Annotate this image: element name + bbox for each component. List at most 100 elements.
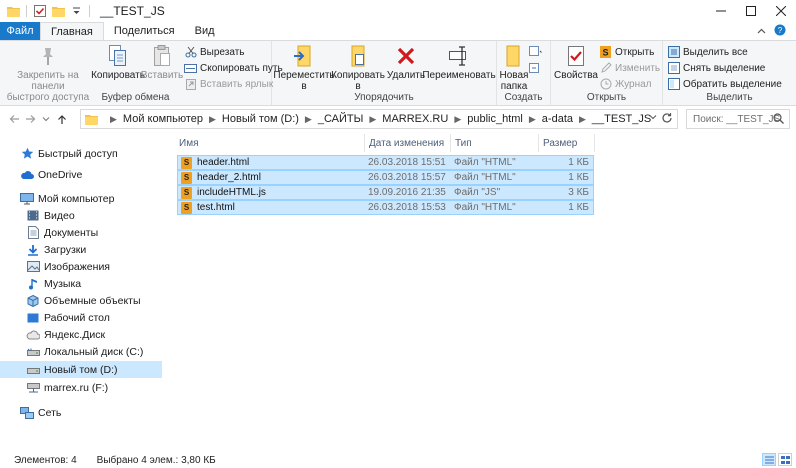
delete-x-icon [392, 44, 420, 68]
chevron-right-icon[interactable]: ▶ [579, 114, 586, 125]
file-size: 3 КБ [568, 187, 589, 198]
sidebar-item-drive-f[interactable]: marrex.ru (F:) [0, 379, 162, 396]
column-header-size[interactable]: Размер [539, 134, 595, 152]
chevron-right-icon[interactable]: ▶ [529, 114, 536, 125]
status-selection: Выбрано 4 элем.: 3,80 КБ [96, 454, 216, 466]
sidebar-item-music[interactable]: Музыка [0, 275, 162, 292]
details-view-icon[interactable] [762, 453, 776, 466]
open-button[interactable]: S Открыть [599, 45, 654, 59]
breadcrumb-public-html[interactable]: public_html [467, 113, 523, 125]
chevron-right-icon[interactable]: ▶ [110, 114, 117, 125]
paste-shortcut-button[interactable]: Вставить ярлык [184, 77, 273, 91]
copy-path-button[interactable]: Скопировать путь [184, 61, 283, 75]
invert-selection-icon [667, 78, 680, 91]
breadcrumb-test-js[interactable]: __TEST_JS [592, 113, 651, 125]
column-header-type[interactable]: Тип [451, 134, 539, 152]
edit-button[interactable]: Изменить [599, 61, 660, 75]
tab-share[interactable]: Поделиться [104, 22, 185, 40]
breadcrumb-marrex[interactable]: MARREX.RU [382, 113, 448, 125]
sublime-file-icon: S [181, 156, 192, 169]
tab-file[interactable]: Файл [0, 22, 40, 40]
large-icons-view-icon[interactable] [778, 453, 792, 466]
address-dropdown-icon[interactable] [649, 113, 657, 122]
up-button[interactable] [54, 109, 70, 129]
address-bar[interactable]: ▶ Мой компьютер ▶ Новый том (D:) ▶ _САЙТ… [80, 109, 678, 129]
ribbon-collapse-icon[interactable] [757, 26, 766, 37]
select-all-icon [667, 46, 680, 59]
table-row[interactable]: S header.html 26.03.2018 15:51 Файл "HTM… [177, 155, 594, 170]
new-item-button[interactable] [529, 45, 542, 59]
breadcrumb-sites[interactable]: _САЙТЫ [318, 113, 364, 125]
select-all-button[interactable]: Выделить все [667, 45, 748, 59]
window-title: __TEST_JS [100, 4, 165, 18]
help-icon[interactable]: ? [774, 24, 786, 39]
file-name: test.html [197, 202, 235, 213]
properties-button[interactable]: Свойства [554, 44, 598, 81]
new-folder-big-icon [500, 44, 528, 68]
properties-check-icon[interactable] [33, 4, 47, 18]
file-name: header.html [197, 157, 250, 168]
copy-button[interactable]: Копировать [91, 44, 145, 81]
minimize-button[interactable] [706, 0, 736, 22]
sidebar-item-drive-d[interactable]: Новый том (D:) [0, 361, 162, 378]
sidebar-item-quick-access[interactable]: Быстрый доступ [0, 145, 162, 162]
forward-button[interactable] [22, 109, 38, 129]
sidebar-item-network[interactable]: Сеть [0, 404, 162, 421]
search-placeholder: Поиск: __TEST_JS [693, 113, 781, 125]
new-folder-button[interactable]: Новая папка [499, 44, 529, 92]
history-button[interactable]: Журнал [599, 77, 652, 91]
select-none-button[interactable]: Снять выделение [667, 61, 765, 75]
qat-dropdown-icon[interactable] [69, 4, 83, 18]
table-row[interactable]: S includeHTML.js 19.09.2016 21:35 Файл "… [177, 185, 594, 200]
properties-icon [562, 44, 590, 68]
chevron-right-icon[interactable]: ▶ [454, 114, 461, 125]
tab-home[interactable]: Главная [40, 22, 104, 41]
table-row[interactable]: S test.html 26.03.2018 15:53 Файл "HTML"… [177, 200, 594, 215]
paste-button[interactable]: Вставить [141, 44, 183, 81]
rename-button[interactable]: Переименовать [422, 44, 496, 81]
address-folder-icon [85, 114, 98, 125]
breadcrumb-drive-d[interactable]: Новый том (D:) [222, 113, 299, 125]
chevron-right-icon[interactable]: ▶ [369, 114, 376, 125]
tab-view[interactable]: Вид [185, 22, 225, 40]
close-button[interactable] [766, 0, 796, 22]
copy-to-button[interactable]: Копировать в [331, 44, 385, 92]
table-row[interactable]: S header_2.html 26.03.2018 15:57 Файл "H… [177, 170, 594, 185]
cut-button[interactable]: Вырезать [184, 45, 244, 59]
back-button[interactable] [6, 109, 22, 129]
sidebar-item-desktop[interactable]: Рабочий стол [0, 309, 162, 326]
sidebar-item-images[interactable]: Изображения [0, 258, 162, 275]
delete-button[interactable]: Удалить [386, 44, 426, 81]
select-group-label: Выделить [706, 92, 753, 103]
maximize-button[interactable] [736, 0, 766, 22]
sidebar-item-onedrive[interactable]: OneDrive [0, 166, 162, 183]
chevron-right-icon[interactable]: ▶ [209, 114, 216, 125]
sidebar-item-yandex-disk[interactable]: Яндекс.Диск [0, 326, 162, 343]
images-icon [26, 260, 40, 274]
select-group: Выделить все Снять выделение Обратить вы… [663, 41, 796, 105]
yandex-disk-icon [26, 328, 40, 342]
sidebar-item-downloads[interactable]: Загрузки [0, 241, 162, 258]
search-input[interactable]: Поиск: __TEST_JS [686, 109, 790, 129]
recent-locations-button[interactable] [38, 109, 54, 129]
move-to-button[interactable]: Переместить в [273, 44, 335, 92]
breadcrumb-my-computer[interactable]: Мой компьютер [123, 113, 203, 125]
sidebar-item-3d-objects[interactable]: Объемные объекты [0, 292, 162, 309]
column-header-name[interactable]: Имя [175, 134, 365, 152]
file-date: 19.09.2016 21:35 [368, 187, 446, 198]
video-icon [26, 209, 40, 223]
sidebar-item-drive-c[interactable]: Локальный диск (C:) [0, 343, 162, 360]
sidebar-item-documents[interactable]: Документы [0, 224, 162, 241]
invert-selection-button[interactable]: Обратить выделение [667, 77, 782, 91]
scissors-icon [184, 46, 197, 59]
sidebar-item-my-computer[interactable]: Мой компьютер [0, 190, 162, 207]
easy-access-button[interactable] [529, 61, 542, 75]
breadcrumb-a-data[interactable]: a-data [542, 113, 573, 125]
sidebar-item-video[interactable]: Видео [0, 207, 162, 224]
refresh-icon[interactable] [661, 112, 673, 127]
folder-icon[interactable] [6, 4, 20, 18]
chevron-right-icon[interactable]: ▶ [305, 114, 312, 125]
column-header-date[interactable]: Дата изменения [365, 134, 451, 152]
rename-icon [445, 44, 473, 68]
new-folder-icon[interactable] [51, 4, 65, 18]
